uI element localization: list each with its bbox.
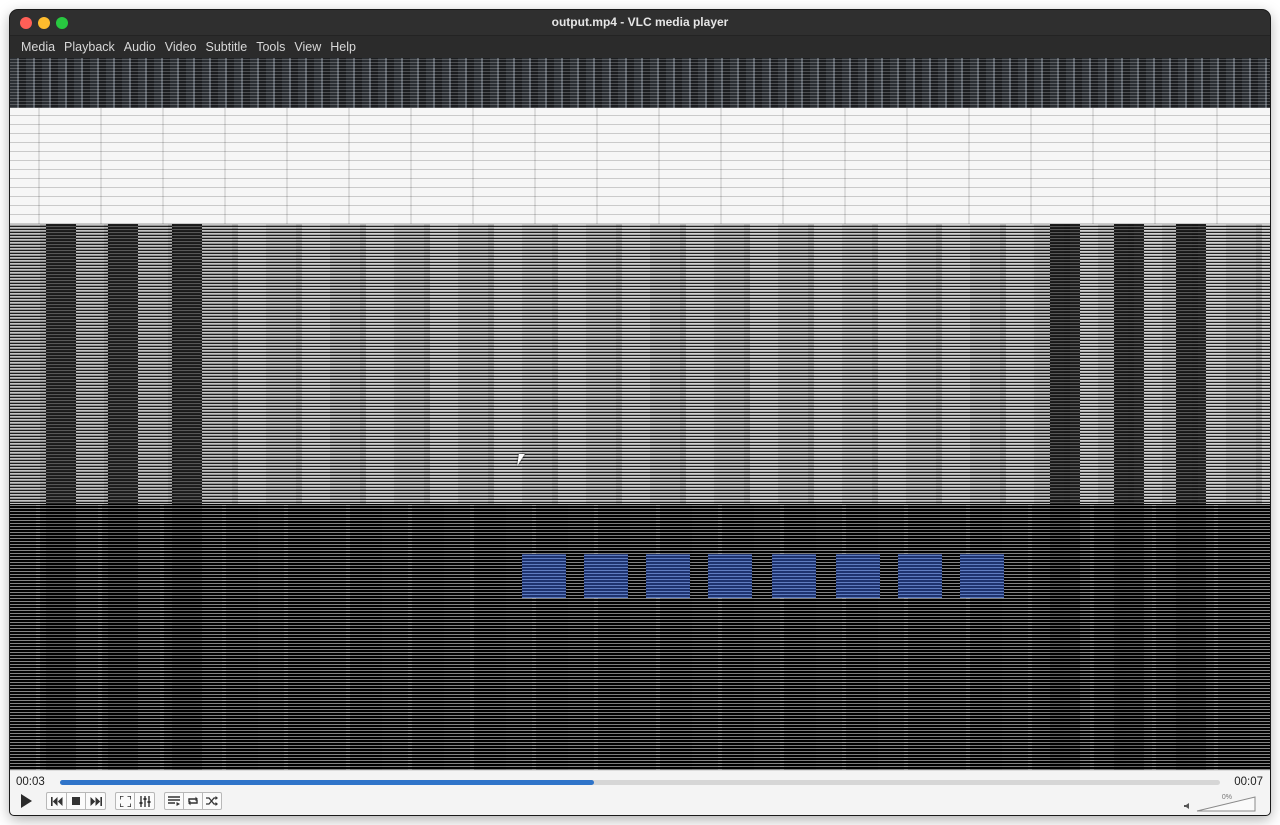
video-artifact-column <box>46 224 76 770</box>
total-time: 00:07 <box>1234 776 1263 788</box>
shuffle-button[interactable] <box>202 792 222 810</box>
stop-button[interactable] <box>66 792 86 810</box>
video-blue-artifact <box>522 554 566 598</box>
title-bar[interactable]: output.mp4 - VLC media player <box>10 10 1270 36</box>
menu-audio[interactable]: Audio <box>120 36 160 58</box>
menu-tools[interactable]: Tools <box>252 36 289 58</box>
video-blue-artifact <box>772 554 816 598</box>
menu-video[interactable]: Video <box>161 36 201 58</box>
loop-icon <box>188 796 198 806</box>
menu-media[interactable]: Media <box>17 36 59 58</box>
video-blue-artifact <box>898 554 942 598</box>
video-artifact-column <box>1050 224 1080 770</box>
extended-settings-icon <box>139 795 150 807</box>
play-icon <box>21 794 32 808</box>
video-frame-top-band <box>10 58 1270 108</box>
seek-progress-fill <box>60 780 594 785</box>
fullscreen-button[interactable] <box>115 792 135 810</box>
elapsed-time: 00:03 <box>16 776 45 788</box>
video-display[interactable] <box>10 58 1270 770</box>
next-icon <box>90 796 102 806</box>
video-artifact-column <box>108 224 138 770</box>
video-blue-artifact <box>836 554 880 598</box>
previous-icon <box>50 796 62 806</box>
video-artifact-column <box>172 224 202 770</box>
video-blue-artifact <box>960 554 1004 598</box>
seek-slider[interactable] <box>60 780 1220 785</box>
menu-bar: Media Playback Audio Video Subtitle Tool… <box>10 36 1270 58</box>
video-artifact-column <box>1114 224 1144 770</box>
video-frame-light-band <box>10 108 1270 224</box>
speaker-icon[interactable] <box>1184 803 1190 809</box>
volume-slider[interactable] <box>1196 796 1256 812</box>
next-button[interactable] <box>85 792 106 810</box>
previous-button[interactable] <box>46 792 67 810</box>
vlc-window: output.mp4 - VLC media player Media Play… <box>10 10 1270 815</box>
video-blue-artifact <box>708 554 752 598</box>
menu-help[interactable]: Help <box>326 36 360 58</box>
video-artifact-column <box>1176 224 1206 770</box>
menu-playback[interactable]: Playback <box>60 36 119 58</box>
stop-icon <box>72 797 80 805</box>
shuffle-icon <box>206 796 218 806</box>
menu-subtitle[interactable]: Subtitle <box>202 36 252 58</box>
extended-settings-button[interactable] <box>134 792 155 810</box>
video-blue-artifact <box>646 554 690 598</box>
video-blue-artifact <box>584 554 628 598</box>
playlist-button[interactable] <box>164 792 184 810</box>
play-button[interactable] <box>15 792 37 810</box>
fullscreen-icon <box>119 795 131 807</box>
menu-view[interactable]: View <box>290 36 325 58</box>
window-title: output.mp4 - VLC media player <box>551 15 729 29</box>
loop-button[interactable] <box>183 792 203 810</box>
playlist-icon <box>168 796 180 806</box>
